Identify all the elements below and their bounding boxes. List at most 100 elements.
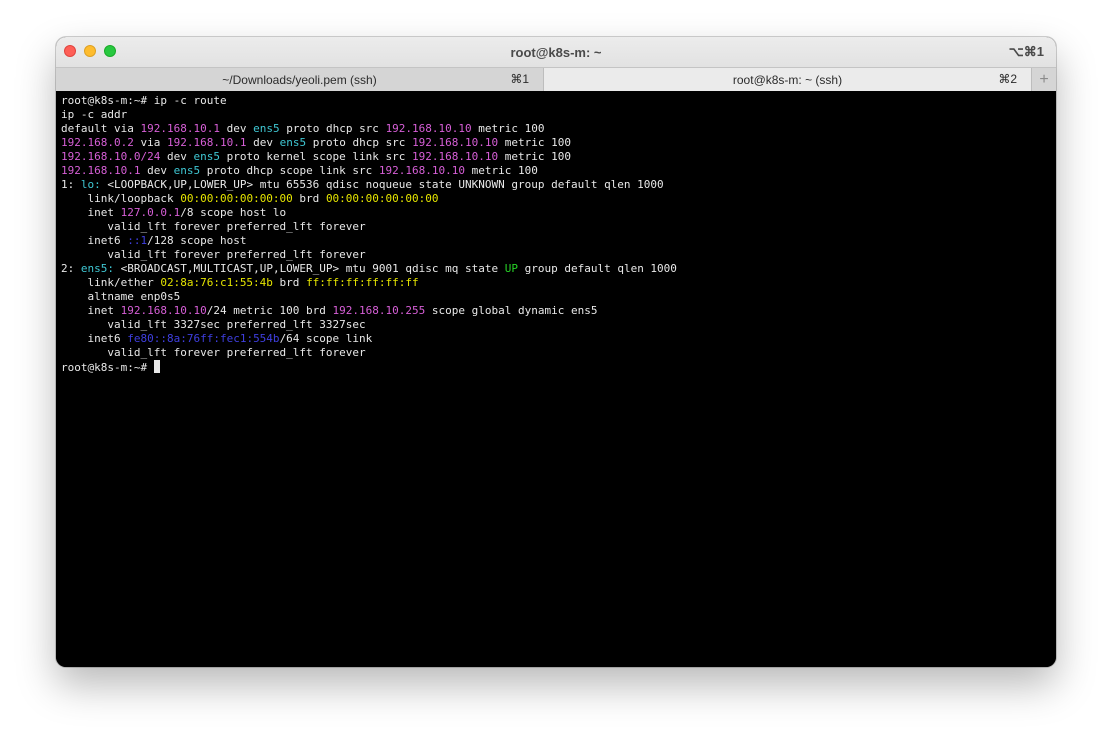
terminal-text: 192.168.10.10 xyxy=(412,150,499,163)
terminal-text: ens5: xyxy=(80,262,114,275)
terminal-text: <LOOPBACK,UP,LOWER_UP> mtu 65536 qdisc n… xyxy=(100,178,664,191)
terminal-text: ens5 xyxy=(193,150,220,163)
terminal-text: metric 100 xyxy=(465,164,538,177)
terminal-text: metric 100 xyxy=(471,122,545,135)
tab-yeoli-ssh[interactable]: ~/Downloads/yeoli.pem (ssh) ⌘1 xyxy=(56,68,544,91)
terminal-line: link/ether 02:8a:76:c1:55:4b brd ff:ff:f… xyxy=(61,276,1056,290)
zoom-button[interactable] xyxy=(104,45,116,57)
terminal-text: dev xyxy=(219,122,254,135)
terminal-text: valid_lft forever preferred_lft forever xyxy=(61,248,366,261)
terminal-text: <BROADCAST,MULTICAST,UP,LOWER_UP> mtu 90… xyxy=(114,262,505,275)
terminal-text: ens5 xyxy=(173,164,201,177)
terminal-text: metric 100 xyxy=(498,136,572,149)
terminal-line: inet 192.168.10.10/24 metric 100 brd 192… xyxy=(61,304,1056,318)
terminal-lines: root@k8s-m:~# ip -c route ip -c addr defau… xyxy=(61,94,1056,360)
terminal-line: altname enp0s5 xyxy=(61,290,1056,304)
terminal-text: 192.168.10.10 xyxy=(378,164,466,177)
terminal-text: 02:8a:76:c1:55:4b xyxy=(160,276,273,289)
terminal-text: root@k8s-m:~# ip -c route xyxy=(61,94,227,107)
terminal-text: ens5 xyxy=(253,122,280,135)
terminal-text: 192.168.10.1 xyxy=(140,122,220,135)
terminal-text: inet xyxy=(61,304,121,317)
terminal-line: inet 127.0.0.1/8 scope host lo xyxy=(61,206,1056,220)
terminal-line: ip -c addr xyxy=(61,108,1056,122)
terminal-text: fe80::8a:76ff:fec1:554b xyxy=(127,332,280,345)
terminal-text: /128 scope host xyxy=(147,234,247,247)
terminal-text: 00:00:00:00:00:00 xyxy=(325,192,439,205)
terminal-text: inet6 xyxy=(61,332,128,345)
terminal-text: 192.168.10.10 xyxy=(120,304,207,317)
terminal-text: 192.168.10.10 xyxy=(385,122,472,135)
terminal-output[interactable]: root@k8s-m:~# ip -c route ip -c addr defau… xyxy=(56,91,1056,667)
terminal-text: 192.168.10.1 xyxy=(166,136,247,149)
terminal-text: lo: xyxy=(80,178,101,191)
terminal-text: ::1 xyxy=(127,234,148,247)
minimize-button[interactable] xyxy=(84,45,96,57)
terminal-text: 2: xyxy=(61,262,81,275)
terminal-line: 1: lo: <LOOPBACK,UP,LOWER_UP> mtu 65536 … xyxy=(61,178,1056,192)
terminal-text: brd xyxy=(272,276,307,289)
terminal-text: ip -c addr xyxy=(61,108,128,121)
terminal-text: altname enp0s5 xyxy=(61,290,181,303)
terminal-text: 00:00:00:00:00:00 xyxy=(180,192,293,205)
title-bar[interactable]: root@k8s-m: ~ ⌥⌘1 xyxy=(56,37,1056,67)
terminal-text: proto dhcp src xyxy=(306,136,413,149)
terminal-text: 192.168.10.255 xyxy=(332,304,426,317)
window-shortcut: ⌥⌘1 xyxy=(1008,44,1044,59)
terminal-text: dev xyxy=(246,136,280,149)
terminal-text: dev xyxy=(140,164,174,177)
tab-shortcut: ⌘2 xyxy=(998,72,1017,86)
tab-bar: ~/Downloads/yeoli.pem (ssh) ⌘1 root@k8s-… xyxy=(56,67,1056,92)
close-button[interactable] xyxy=(64,45,76,57)
terminal-text: proto dhcp scope link src xyxy=(200,164,379,177)
terminal-text: default via xyxy=(61,122,141,135)
terminal-text: /64 scope link xyxy=(279,332,373,345)
terminal-text: /24 metric 100 brd xyxy=(206,304,333,317)
terminal-text: scope global dynamic ens5 xyxy=(425,304,598,317)
terminal-line: inet6 ::1/128 scope host xyxy=(61,234,1056,248)
terminal-text: ff:ff:ff:ff:ff:ff xyxy=(306,276,419,289)
tab-shortcut: ⌘1 xyxy=(510,72,529,86)
terminal-window: root@k8s-m: ~ ⌥⌘1 ~/Downloads/yeoli.pem … xyxy=(56,37,1056,667)
terminal-text: /8 scope host lo xyxy=(180,206,287,219)
terminal-text: 1: xyxy=(61,178,81,191)
terminal-line: valid_lft 3327sec preferred_lft 3327sec xyxy=(61,318,1056,332)
window-title: root@k8s-m: ~ xyxy=(510,44,602,60)
terminal-line: 192.168.10.1 dev ens5 proto dhcp scope l… xyxy=(61,164,1056,178)
terminal-text: valid_lft forever preferred_lft forever xyxy=(61,346,366,359)
terminal-text: ens5 xyxy=(279,136,307,149)
terminal-line: default via 192.168.10.1 dev ens5 proto … xyxy=(61,122,1056,136)
terminal-line: valid_lft forever preferred_lft forever xyxy=(61,220,1056,234)
terminal-text: valid_lft 3327sec preferred_lft 3327sec xyxy=(61,318,366,331)
terminal-text: proto dhcp src xyxy=(279,122,386,135)
prompt: root@k8s-m:~# xyxy=(61,361,154,374)
terminal-line: 192.168.0.2 via 192.168.10.1 dev ens5 pr… xyxy=(61,136,1056,150)
terminal-line: 2: ens5: <BROADCAST,MULTICAST,UP,LOWER_U… xyxy=(61,262,1056,276)
terminal-prompt-line[interactable]: root@k8s-m:~# xyxy=(61,360,1056,374)
terminal-text: 127.0.0.1 xyxy=(120,206,181,219)
terminal-text: group default qlen 1000 xyxy=(517,262,677,275)
terminal-text: 192.168.10.1 xyxy=(61,164,141,177)
window-controls xyxy=(64,45,116,57)
text-cursor xyxy=(153,360,160,373)
terminal-line: root@k8s-m:~# ip -c route xyxy=(61,94,1056,108)
terminal-text: metric 100 xyxy=(498,150,571,163)
tab-label: ~/Downloads/yeoli.pem (ssh) xyxy=(222,72,377,87)
tab-label: root@k8s-m: ~ (ssh) xyxy=(732,72,843,87)
terminal-line: link/loopback 00:00:00:00:00:00 brd 00:0… xyxy=(61,192,1056,206)
terminal-text: inet6 xyxy=(61,234,128,247)
terminal-text: dev xyxy=(160,150,194,163)
terminal-text: proto kernel scope link src xyxy=(219,150,413,163)
terminal-line: 192.168.10.0/24 dev ens5 proto kernel sc… xyxy=(61,150,1056,164)
new-tab-button[interactable]: + xyxy=(1032,68,1056,91)
tab-root-k8s-m-ssh[interactable]: root@k8s-m: ~ (ssh) ⌘2 xyxy=(544,68,1032,91)
terminal-text: 192.168.0.2 xyxy=(61,136,134,149)
terminal-text: valid_lft forever preferred_lft forever xyxy=(61,220,366,233)
terminal-text: inet xyxy=(61,206,121,219)
terminal-text: UP xyxy=(504,262,518,275)
terminal-text: 192.168.10.0/24 xyxy=(61,150,161,163)
terminal-text: link/loopback xyxy=(61,192,181,205)
terminal-line: valid_lft forever preferred_lft forever xyxy=(61,248,1056,262)
terminal-text: via xyxy=(133,136,167,149)
terminal-text: brd xyxy=(292,192,326,205)
